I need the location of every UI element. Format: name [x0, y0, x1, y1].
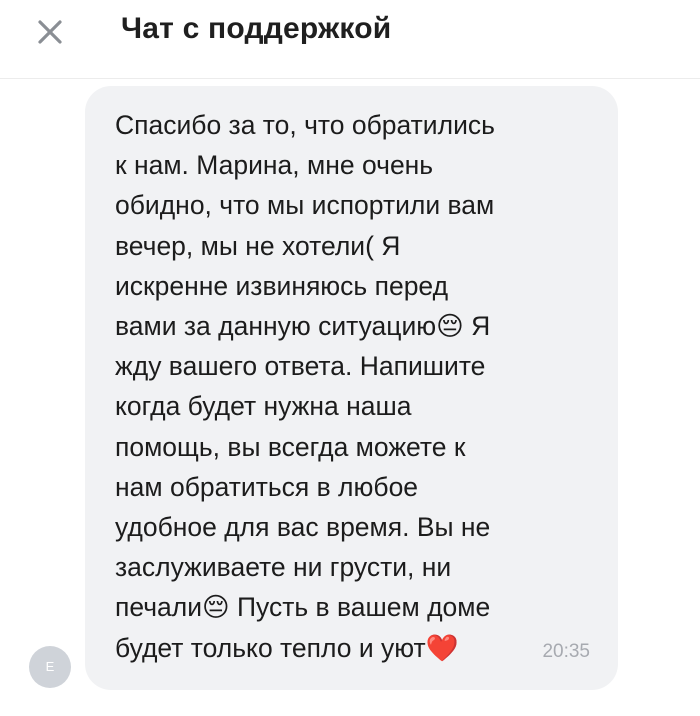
avatar: E [29, 646, 71, 688]
message-bubble[interactable]: Спасибо за то, что обратились к нам. Мар… [85, 86, 618, 690]
chat-header: Чат с поддержкой [0, 0, 700, 79]
page-title: Чат с поддержкой [121, 12, 392, 45]
close-icon [38, 20, 62, 44]
close-button[interactable] [28, 10, 72, 54]
message-timestamp: 20:35 [542, 641, 590, 662]
message-text: Спасибо за то, что обратились к нам. Мар… [115, 110, 495, 663]
